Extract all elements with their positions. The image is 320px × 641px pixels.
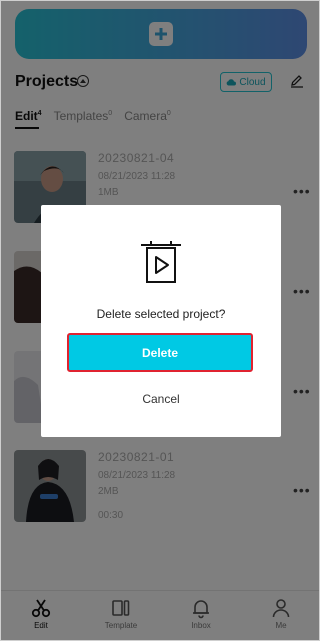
cancel-button[interactable]: Cancel — [111, 389, 211, 409]
delete-confirm-dialog: Delete selected project? Delete Cancel — [41, 205, 281, 437]
delete-button[interactable]: Delete — [67, 333, 253, 372]
project-board-icon — [141, 241, 181, 283]
dialog-message: Delete selected project? — [96, 307, 226, 321]
app-screen: Projects Cloud Edit4 Templates0 Camera0 — [0, 0, 320, 641]
